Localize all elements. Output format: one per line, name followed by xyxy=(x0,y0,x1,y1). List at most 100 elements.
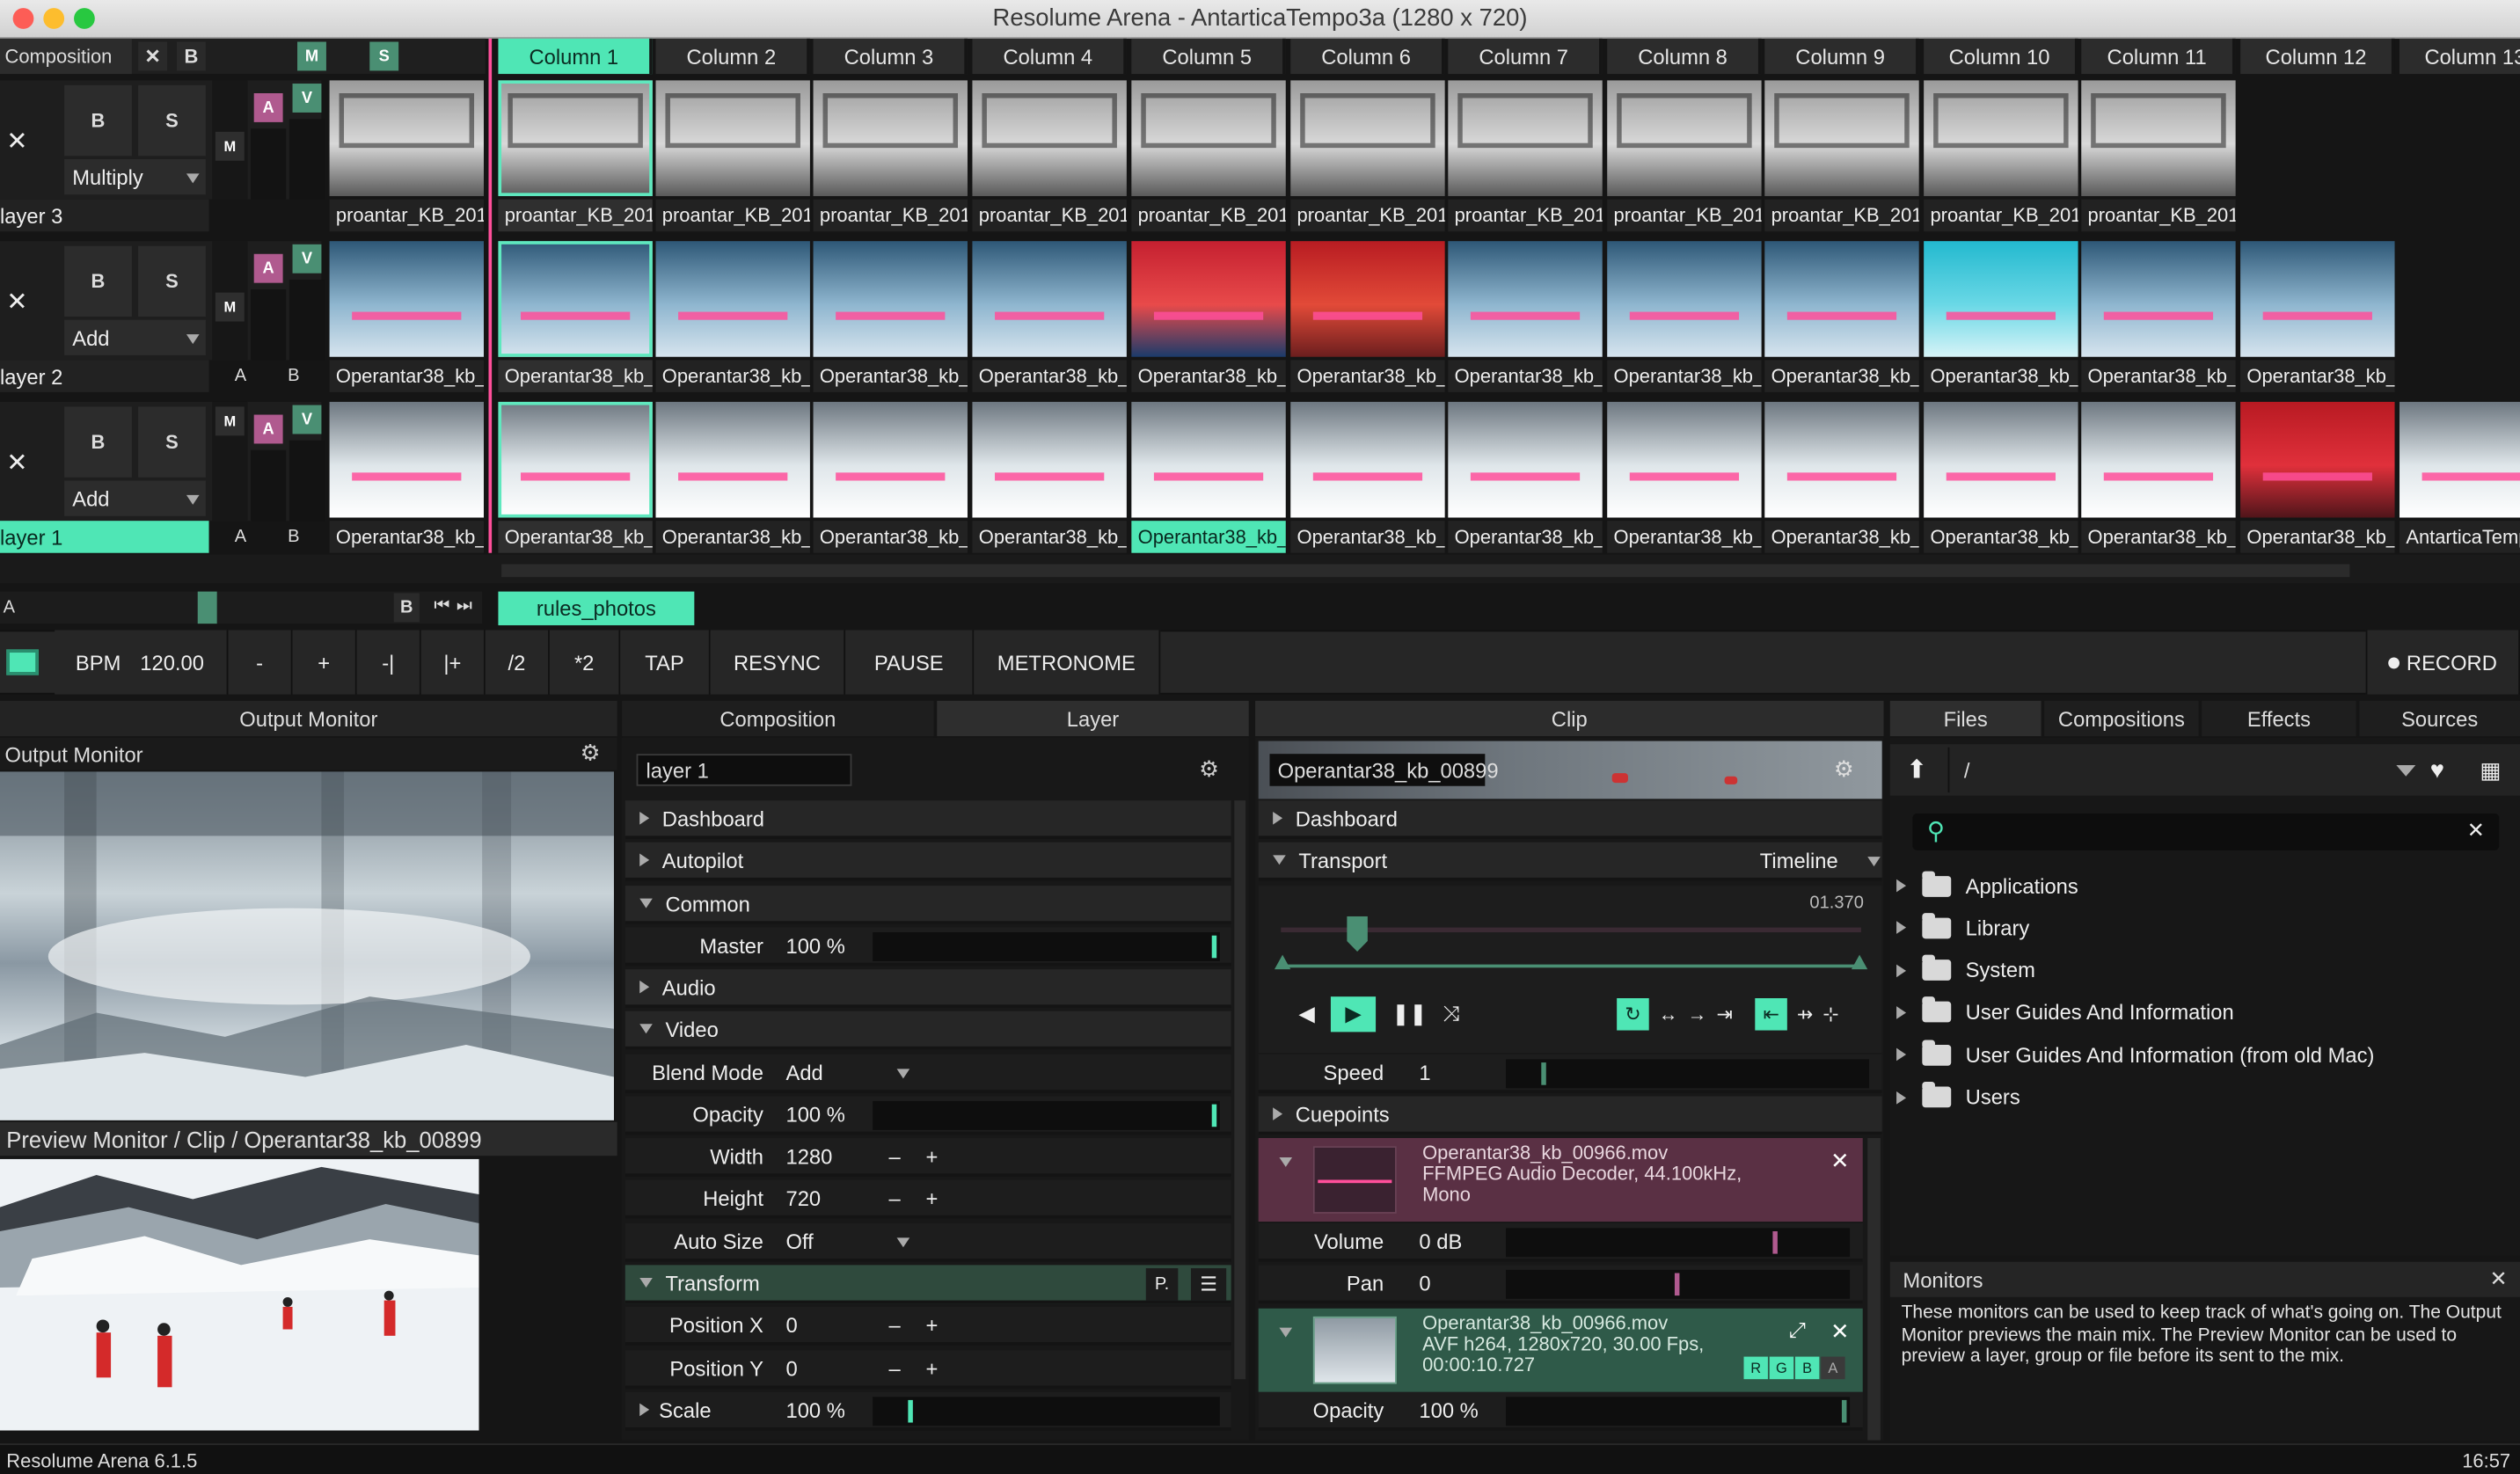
clip-label[interactable]: proantar_KB_201... xyxy=(1764,199,1919,232)
clip-thumbnail[interactable] xyxy=(498,241,653,357)
clip-name-field[interactable]: Operantar38_kb_00899 xyxy=(1269,754,1499,786)
clip-label[interactable]: Operantar38_kb_... xyxy=(2240,360,2395,392)
bpm-display[interactable]: BPM 120.00 xyxy=(55,630,229,695)
column-header[interactable]: Column 7 xyxy=(1448,38,1603,75)
expand-icon[interactable] xyxy=(1896,963,1907,977)
browser-path[interactable]: / xyxy=(1964,758,1970,782)
layer-solo-button[interactable]: S xyxy=(138,84,206,157)
clip-label[interactable]: proantar_KB_201... xyxy=(1924,199,2078,232)
layer-solo-button[interactable]: S xyxy=(138,245,206,317)
loop-icon[interactable]: ↻ xyxy=(1617,998,1649,1031)
clip-label[interactable]: Operantar38_kb_... xyxy=(329,360,484,392)
channel-b-toggle[interactable]: B xyxy=(1794,1356,1820,1380)
height-increment-button[interactable]: + xyxy=(925,1186,938,1209)
clip-label[interactable]: Operantar38_kb_... xyxy=(813,521,968,553)
clip-thumbnail[interactable] xyxy=(2081,401,2236,518)
clip-label[interactable]: proantar_KB_201... xyxy=(498,199,653,232)
position-x-increment-button[interactable]: + xyxy=(925,1312,938,1336)
clip-thumbnail[interactable] xyxy=(813,241,968,357)
clear-composition-button[interactable]: ✕ xyxy=(138,41,168,71)
clip-thumbnail[interactable] xyxy=(1924,401,2078,518)
clip-label[interactable]: proantar_KB_201... xyxy=(2081,199,2236,232)
bpm-button[interactable]: *2 xyxy=(549,630,621,695)
clear-search-close-icon[interactable]: ✕ xyxy=(2467,818,2485,843)
channel-r-toggle[interactable]: R xyxy=(1743,1356,1768,1380)
timeline-mode-select[interactable]: Timeline xyxy=(1760,848,1838,872)
bpm-button[interactable]: PAUSE xyxy=(845,630,975,695)
bpm-value[interactable]: 120.00 xyxy=(140,650,204,674)
up-arrow-icon[interactable]: ⬆ xyxy=(1906,754,1927,786)
clip-panel-scrollbar[interactable] xyxy=(1867,1138,1881,1441)
clip-thumbnail[interactable] xyxy=(1607,401,1762,518)
bpm-button[interactable]: TAP xyxy=(620,630,711,695)
timeline-range[interactable] xyxy=(1281,964,1861,968)
clear-layer-close-icon[interactable]: ✕ xyxy=(6,126,27,158)
play-reverse-icon[interactable]: ◀ xyxy=(1298,1002,1314,1027)
clip-thumbnail[interactable] xyxy=(2081,80,2236,196)
clip-thumbnail[interactable] xyxy=(1607,80,1762,196)
clip-thumbnail[interactable] xyxy=(1924,80,2078,196)
play-once-hold-icon[interactable]: ⇥ xyxy=(1716,1003,1732,1025)
clip-thumbnail[interactable] xyxy=(655,241,810,357)
browser-tab[interactable]: Effects xyxy=(2202,700,2356,737)
collapse-icon[interactable] xyxy=(1279,1327,1293,1338)
crossfade-b-label[interactable]: B xyxy=(288,367,299,386)
layer-solo-button[interactable]: S xyxy=(138,406,206,478)
deck-scrollbar-thumb[interactable] xyxy=(501,564,2350,578)
clip-label[interactable]: Operantar38_kb_... xyxy=(1924,360,2078,392)
opacity-slider-handle[interactable] xyxy=(1211,1104,1217,1127)
skip-back-icon[interactable]: ⏮ xyxy=(434,596,449,617)
layer-blend-select[interactable]: Multiply xyxy=(64,158,206,195)
video-toggle-button[interactable]: V xyxy=(292,244,322,274)
master-value[interactable]: 100 % xyxy=(786,933,845,957)
clip-label[interactable]: proantar_KB_201... xyxy=(972,199,1127,232)
bpm-button[interactable]: RESYNC xyxy=(710,630,846,695)
master-slider-handle[interactable] xyxy=(1211,935,1217,959)
output-settings-gear-icon[interactable]: ⚙ xyxy=(581,740,601,767)
scale-value[interactable]: 100 % xyxy=(786,1397,845,1421)
layer-mute-button[interactable]: M xyxy=(215,292,245,322)
column-header[interactable]: Column 4 xyxy=(972,38,1127,75)
clip-thumbnail[interactable] xyxy=(1764,80,1919,196)
output-monitor-tab[interactable]: Output Monitor xyxy=(0,700,617,737)
clip-label[interactable]: proantar_KB_201... xyxy=(1290,199,1445,232)
clip-settings-gear-icon[interactable]: ⚙ xyxy=(1834,755,1854,783)
clip-thumbnail[interactable] xyxy=(2081,241,2236,357)
opacity-value[interactable]: 100 % xyxy=(786,1102,845,1126)
layer-bypass-button[interactable]: B xyxy=(64,406,132,478)
composition-mute-button[interactable]: M xyxy=(297,41,326,71)
speed-slider-handle[interactable] xyxy=(1541,1062,1546,1085)
clip-thumbnail[interactable] xyxy=(498,401,653,518)
column-header[interactable]: Column 10 xyxy=(1924,38,2078,75)
bpm-button[interactable]: - xyxy=(228,630,293,695)
play-icon[interactable]: ▶ xyxy=(1330,996,1377,1033)
clip-thumbnail[interactable] xyxy=(813,80,968,196)
clip-label[interactable]: proantar_KB_201... xyxy=(329,199,484,232)
height-decrement-button[interactable]: – xyxy=(888,1186,900,1209)
clip-panel-header[interactable]: Clip xyxy=(1255,700,1884,737)
clip-label[interactable]: proantar_KB_201... xyxy=(1607,199,1762,232)
clip-thumbnail[interactable] xyxy=(1448,80,1603,196)
scale-slider[interactable] xyxy=(873,1397,1220,1427)
volume-slider-handle[interactable] xyxy=(1772,1231,1778,1254)
expand-icon[interactable] xyxy=(1896,1048,1907,1062)
clip-label[interactable]: Operantar38_kb_... xyxy=(1607,521,1762,553)
layer-bypass-button[interactable]: B xyxy=(64,245,132,317)
column-header[interactable]: Column 3 xyxy=(813,38,968,75)
volume-slider[interactable] xyxy=(1506,1228,1851,1258)
tab-composition[interactable]: Composition xyxy=(622,700,934,737)
clip-thumbnail[interactable] xyxy=(1290,401,1445,518)
bpm-button[interactable]: METRONOME xyxy=(974,630,1161,695)
column-header[interactable]: Column 6 xyxy=(1290,38,1445,75)
video-toggle-button[interactable]: V xyxy=(292,84,322,113)
deck-tab-rules-photos[interactable]: rules_photos xyxy=(498,591,695,625)
expand-icon[interactable] xyxy=(1896,1091,1907,1104)
clip-thumbnail[interactable] xyxy=(972,401,1127,518)
clip-label[interactable]: Operantar38_kb_... xyxy=(655,360,810,392)
clip-thumbnail[interactable] xyxy=(1290,80,1445,196)
clip-label[interactable]: Operantar38_kb_... xyxy=(498,360,653,392)
clip-label[interactable]: Operantar38_kb_... xyxy=(1764,360,1919,392)
width-increment-button[interactable]: + xyxy=(925,1143,938,1167)
clip-thumbnail[interactable] xyxy=(1290,241,1445,357)
browser-tab[interactable]: Sources xyxy=(2359,700,2520,737)
